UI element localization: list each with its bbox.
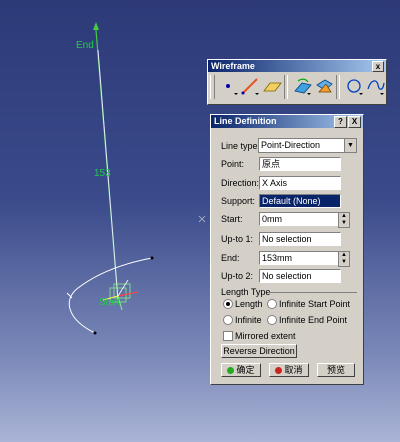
plane-button[interactable] [261, 75, 282, 99]
cancel-button[interactable]: 取消 [269, 363, 309, 377]
radio-length[interactable] [223, 299, 233, 309]
radio-infinite[interactable] [223, 315, 233, 325]
radio-infinite-start-label: Infinite Start Point [279, 299, 351, 309]
upto2-label: Up-to 2: [221, 271, 254, 281]
spin-up-icon[interactable]: ▲ [339, 213, 349, 220]
spin-down-icon[interactable]: ▼ [339, 259, 349, 266]
upto2-field[interactable]: No selection [259, 269, 341, 283]
mirrored-label: Mirrored extent [235, 331, 296, 341]
direction-field[interactable]: X Axis [259, 176, 341, 190]
toolbar-close-button[interactable]: x [372, 61, 384, 72]
end-label: End: [221, 253, 240, 263]
point-button[interactable] [219, 75, 238, 99]
support-field[interactable]: Default (None) [259, 194, 341, 208]
upto1-field[interactable]: No selection [259, 232, 341, 246]
end-arrow-icon [93, 22, 99, 30]
projection-button[interactable] [292, 75, 312, 99]
point-icon [225, 84, 238, 95]
start-field[interactable]: 0mm [259, 212, 341, 226]
support-label: Support: [221, 196, 256, 206]
radio-length-label: Length [235, 299, 263, 309]
ok-label: 确定 [236, 365, 255, 375]
spin-down-icon[interactable]: ▼ [339, 220, 349, 227]
reverse-direction-button[interactable]: Reverse Direction [221, 344, 297, 358]
intersection-button[interactable] [313, 75, 333, 99]
arc-curve[interactable] [68, 257, 153, 334]
wireframe-toolbar[interactable]: Wireframe x [207, 59, 387, 105]
toolbar-title-bar[interactable]: Wireframe x [208, 60, 386, 72]
point-field[interactable]: 原点 [259, 157, 341, 171]
arc-start-point[interactable] [93, 331, 97, 335]
spline-icon [367, 80, 385, 95]
line-type-select[interactable]: Point-Direction ▼ [258, 138, 357, 153]
length-label: 153 [94, 168, 111, 179]
preview-button[interactable]: 预览 [317, 363, 355, 377]
mirrored-checkbox[interactable] [223, 331, 233, 341]
start-label: Start [99, 297, 121, 308]
line-button[interactable] [240, 75, 259, 99]
intersection-icon [316, 79, 333, 93]
radio-infinite-start[interactable] [267, 299, 277, 309]
toolbar-separator [335, 75, 340, 99]
start-spinner[interactable]: ▲ ▼ [338, 212, 350, 228]
toolbar-grip[interactable] [210, 75, 215, 99]
radio-infinite-end-label: Infinite End Point [279, 315, 348, 325]
cancel-label: 取消 [284, 365, 303, 375]
spline-button[interactable] [365, 75, 385, 99]
dialog-title-bar[interactable]: Line Definition ? X [211, 115, 363, 128]
radio-infinite-end[interactable] [267, 315, 277, 325]
ok-icon [227, 367, 235, 374]
cancel-icon [275, 367, 283, 374]
end-field[interactable]: 153mm [259, 251, 341, 265]
group-divider [268, 292, 357, 293]
upto1-label: Up-to 1: [221, 234, 254, 244]
chevron-down-icon[interactable]: ▼ [344, 139, 356, 152]
start-label: Start: [221, 214, 243, 224]
line-icon [241, 78, 259, 95]
toolbar-separator [283, 75, 288, 99]
line-definition-dialog[interactable]: Line Definition ? X Line type : Point-Di… [210, 114, 364, 385]
direction-label: Direction: [221, 178, 260, 188]
spin-up-icon[interactable]: ▲ [339, 252, 349, 259]
arc-end-point[interactable] [150, 256, 154, 260]
crosshair-icon [198, 215, 206, 223]
end-spinner[interactable]: ▲ ▼ [338, 251, 350, 267]
help-button[interactable]: ? [334, 116, 347, 128]
plane-icon [263, 82, 282, 92]
length-type-title: Length Type [221, 287, 271, 297]
circle-icon [347, 79, 363, 95]
dialog-close-button[interactable]: X [348, 116, 361, 128]
radio-infinite-label: Infinite [235, 315, 262, 325]
circle-button[interactable] [344, 75, 363, 99]
end-label: End [76, 40, 94, 51]
projection-icon [293, 78, 312, 95]
point-label: Point: [221, 159, 245, 169]
dialog-title: Line Definition [214, 116, 277, 126]
line-type-value: Point-Direction [261, 140, 321, 150]
toolbar-title: Wireframe [211, 61, 255, 71]
ok-button[interactable]: 确定 [221, 363, 261, 377]
line-type-label: Line type : [221, 141, 263, 151]
